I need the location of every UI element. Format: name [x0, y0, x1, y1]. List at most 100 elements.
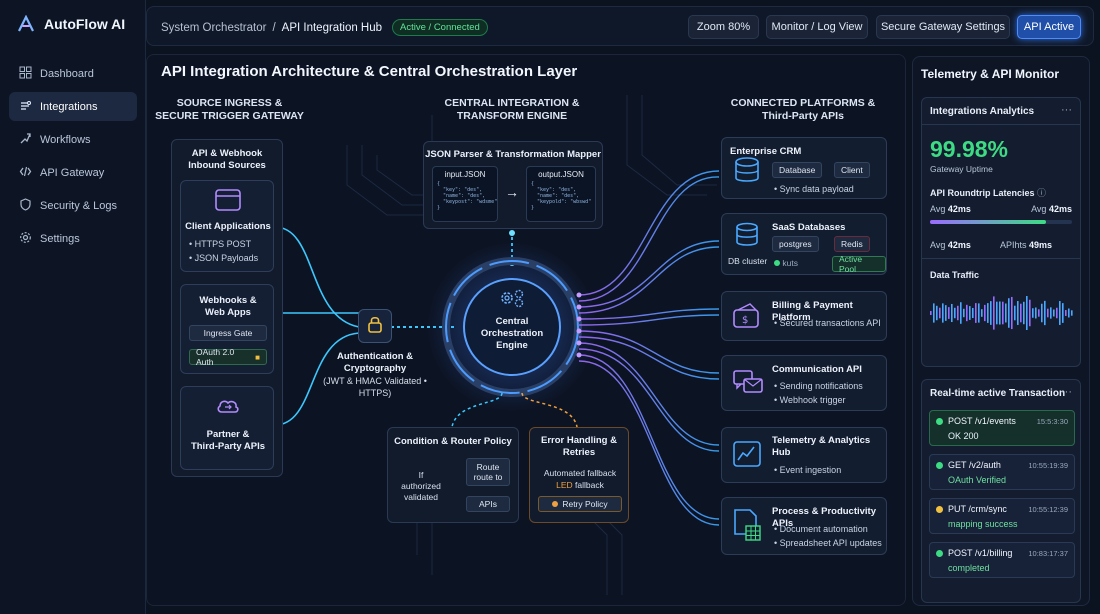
app-logo[interactable]: AutoFlow AI	[16, 14, 125, 34]
status-dot	[774, 260, 780, 266]
transaction-row[interactable]: PUT /crm/sync 10:55:12:39 mapping succes…	[929, 498, 1075, 534]
webhooks-title: Webhooks & Web Apps	[199, 295, 257, 318]
sidebar-item-label: Security & Logs	[40, 199, 118, 212]
sidebar-item-settings[interactable]: Settings	[9, 224, 137, 253]
svg-text:$: $	[742, 315, 748, 326]
shield-icon	[19, 197, 32, 214]
platform-card-productivity[interactable]: Process & Productivity APIs Document aut…	[721, 497, 887, 555]
active-pool-badge: Active Pool	[832, 254, 886, 274]
platform-bullet: Sync data payload	[774, 182, 854, 196]
integrations-icon	[19, 99, 32, 115]
transform-arrow-icon: →	[505, 184, 519, 200]
sidebar-item-label: Integrations	[40, 100, 98, 113]
transaction-row[interactable]: POST /v1/events 15:5:3:30 OK 200	[929, 410, 1075, 446]
status-dot	[936, 506, 943, 513]
engine-label: Central Orchestration Engine	[480, 316, 544, 351]
error-handling-title: Error Handling & Retries	[540, 435, 617, 458]
output-json-label: output.JSON	[538, 170, 584, 179]
traffic-bar	[1035, 307, 1037, 319]
latency-bar-fill	[930, 220, 1047, 224]
traffic-bar	[939, 307, 941, 319]
retry-status-dot	[552, 501, 559, 507]
webhooks-card[interactable]: Webhooks & Web Apps Ingress Gate OAuth 2…	[180, 284, 274, 374]
sidebar-item-integrations[interactable]: Integrations	[9, 92, 137, 121]
traffic-bar	[936, 305, 938, 321]
platform-card-enterprise-crm[interactable]: Enterprise CRM Database Client Sync data…	[721, 137, 887, 199]
divider	[922, 124, 1080, 125]
router-policy-panel[interactable]: Condition & Router Policy If authorized …	[387, 427, 519, 523]
status-dot	[936, 550, 943, 557]
transaction-method: POST /v1/billing	[948, 548, 1013, 558]
traffic-bar	[1029, 299, 1031, 327]
platform-card-billing[interactable]: $ Billing & Payment Platform Secured tra…	[721, 291, 887, 341]
dashboard-icon	[19, 66, 32, 82]
transaction-status: completed	[948, 563, 990, 573]
traffic-bar	[1008, 298, 1010, 328]
api-active-button[interactable]: API Active	[1017, 15, 1081, 39]
sidebar-item-api-gateway[interactable]: API Gateway	[9, 158, 137, 187]
lock-icon	[367, 315, 383, 338]
chat-icon	[732, 368, 764, 401]
input-json-box: input.JSON { "key": "des", "name": "des"…	[432, 166, 498, 222]
auth-lock-node[interactable]	[358, 309, 392, 343]
sidebar-item-label: Dashboard	[40, 67, 94, 80]
client-applications-card[interactable]: Client Applications HTTPS POST JSON Payl…	[180, 180, 274, 272]
info-icon[interactable]: ⓘ	[1037, 188, 1046, 198]
inbound-sources-title: API & Webhook Inbound Sources	[188, 148, 266, 171]
central-orchestration-engine[interactable]: Central Orchestration Engine	[469, 287, 555, 367]
sidebar-item-dashboard[interactable]: Dashboard	[9, 59, 137, 88]
more-options-icon[interactable]: ···	[1061, 386, 1072, 398]
apihts-label: APIhts	[1000, 240, 1027, 250]
sidebar-item-security-logs[interactable]: Security & Logs	[9, 191, 137, 220]
platform-bullet: Sending notifications	[774, 379, 863, 393]
traffic-bar	[969, 306, 971, 320]
auth-subtitle: (JWT & HMAC Validated • HTTPS)	[323, 376, 427, 398]
uptime-value: 99.98%	[930, 136, 1009, 162]
monitor-log-view-button[interactable]: Monitor / Log View	[766, 15, 868, 39]
platform-title: SaaS Databases	[772, 222, 846, 233]
traffic-bar	[1032, 308, 1034, 318]
zoom-control[interactable]: Zoom 80%	[688, 15, 759, 39]
traffic-bar	[954, 307, 956, 319]
transaction-row[interactable]: GET /v2/auth 10:55:19:39 OAuth Verified	[929, 454, 1075, 490]
sidebar-item-workflows[interactable]: Workflows	[9, 125, 137, 154]
database-chip: Database	[772, 162, 823, 178]
platform-card-communication[interactable]: Communication API Sending notifications …	[721, 355, 887, 411]
partner-apis-card[interactable]: Partner & Third-Party APIs	[180, 386, 274, 470]
uptime-label: Gateway Uptime	[930, 164, 993, 174]
cloud-sync-icon	[215, 395, 241, 424]
error-handling-panel[interactable]: Error Handling & Retries Automated fallb…	[529, 427, 629, 523]
traffic-bar	[1038, 309, 1040, 317]
platform-card-saas-databases[interactable]: DB cluster SaaS Databases postgres Redis…	[721, 213, 887, 275]
json-mapper-panel[interactable]: JSON Parser & Transformation Mapper inpu…	[423, 141, 603, 229]
input-json-label: input.JSON	[444, 170, 486, 179]
transaction-row[interactable]: POST /v1/billing 10:83:17:37 completed	[929, 542, 1075, 578]
traffic-bar	[1005, 303, 1007, 323]
traffic-bar	[945, 305, 947, 321]
retry-policy-chip[interactable]: Retry Policy	[538, 496, 622, 512]
breadcrumb-current: API Integration Hub	[281, 21, 383, 34]
platform-bullet: Webhook trigger	[774, 393, 846, 407]
traffic-bar	[1026, 296, 1028, 330]
avg-right-label: Avg	[1031, 204, 1047, 214]
traffic-bar	[993, 296, 995, 330]
transaction-time: 10:55:19:39	[1028, 461, 1068, 470]
traffic-bar	[975, 303, 977, 323]
breadcrumb: System Orchestrator / API Integration Hu…	[161, 19, 488, 36]
auth-title: Authentication & Cryptography	[337, 351, 413, 374]
fallback-line: Automated fallback	[543, 468, 617, 478]
api-gateway-icon	[19, 165, 32, 181]
page-title: API Integration Architecture & Central O…	[161, 63, 578, 80]
traffic-bar	[990, 301, 992, 325]
analytics-title: Integrations Analytics	[930, 106, 1035, 117]
retry-policy-label: Retry Policy	[562, 499, 608, 509]
secure-gateway-settings-button[interactable]: Secure Gateway Settings	[876, 15, 1010, 39]
platform-bullet: Spreadsheet API updates	[774, 536, 882, 550]
more-options-icon[interactable]: ···	[1061, 104, 1072, 116]
traffic-waveform	[930, 296, 1073, 330]
breadcrumb-root[interactable]: System Orchestrator	[161, 22, 266, 34]
platform-card-telemetry[interactable]: Telemetry & Analytics Hub Event ingestio…	[721, 427, 887, 483]
traffic-bar	[987, 303, 989, 323]
latency-title-text: API Roundtrip Latencies	[930, 188, 1035, 198]
avg-left-value: 42ms	[947, 204, 971, 214]
